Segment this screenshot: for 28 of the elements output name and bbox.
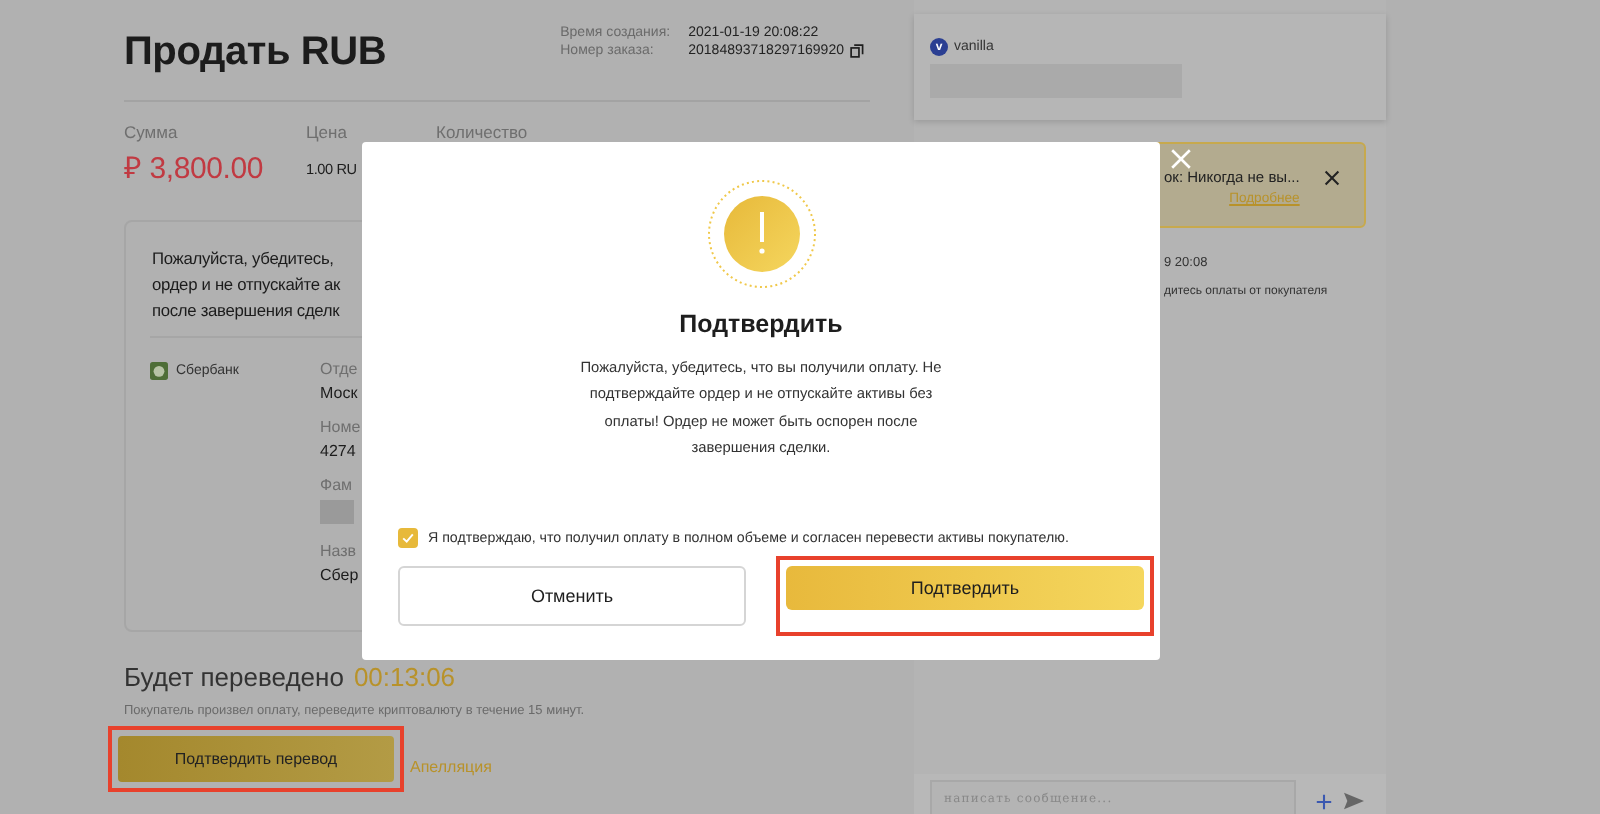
detail-value: 4274 xyxy=(320,442,358,464)
warning-icon xyxy=(705,178,817,290)
confirm-transfer-button[interactable]: Подтвердить перевод xyxy=(118,736,394,782)
notice-text: после завершения сделк xyxy=(152,298,342,324)
amount-value: ₽ 3,800.00 xyxy=(124,150,266,186)
close-icon[interactable] xyxy=(1323,170,1340,186)
send-icon[interactable] xyxy=(1344,792,1364,810)
confirm-button[interactable]: Подтвердить xyxy=(786,565,1144,610)
detail-label: Отде xyxy=(320,360,360,382)
detail-label: Номе xyxy=(320,418,361,440)
notice-text: Пожалуйста, убедитесь, xyxy=(152,246,336,272)
checkbox[interactable] xyxy=(398,527,418,548)
dialog-title: Подтвердить xyxy=(679,310,843,338)
detail-value: Сбер xyxy=(320,566,361,588)
detail-label: Фам xyxy=(320,476,355,498)
cancel-button[interactable]: Отменить xyxy=(398,565,746,626)
detail-value: Моск xyxy=(320,384,360,406)
countdown-timer: 00:13:06 xyxy=(353,662,456,692)
summary-label: Количество xyxy=(436,124,528,142)
summary-label: Сумма xyxy=(124,124,180,142)
detail-label: Назв xyxy=(320,542,359,564)
summary-label: Цена xyxy=(306,124,349,142)
notice-text: ордер и не отпускайте ак xyxy=(152,272,343,298)
page-title: Продать RUB xyxy=(124,30,387,76)
bank-icon xyxy=(150,361,168,379)
copy-icon[interactable] xyxy=(850,44,864,58)
plus-icon[interactable] xyxy=(1316,794,1332,810)
transfer-heading: Будет переведено xyxy=(124,662,344,692)
